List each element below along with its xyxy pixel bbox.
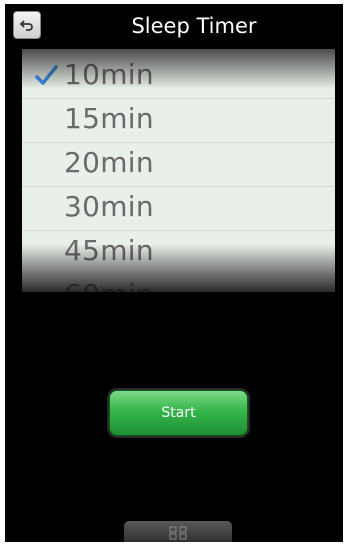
app-screen: Sleep Timer 10min 15min 20min 30min 45mi… xyxy=(5,4,343,542)
picker-option-label: 15min xyxy=(64,102,154,135)
start-button[interactable]: Start xyxy=(109,390,248,436)
app-drawer-grip-icon xyxy=(169,526,187,540)
picker-option-30min[interactable]: 30min xyxy=(22,187,335,231)
picker-option-20min[interactable]: 20min xyxy=(22,143,335,187)
picker-option-label: 45min xyxy=(64,234,154,267)
picker-option-label: 60min xyxy=(64,278,154,292)
picker-option-label: 10min xyxy=(64,58,154,91)
picker-option-10min[interactable]: 10min xyxy=(22,55,335,99)
duration-picker[interactable]: 10min 15min 20min 30min 45min 60min xyxy=(22,49,335,292)
page-title: Sleep Timer xyxy=(131,14,257,38)
picker-option-label: 20min xyxy=(64,146,154,179)
picker-option-label: 30min xyxy=(64,190,154,223)
picker-option-60min[interactable]: 60min xyxy=(22,275,335,292)
picker-option-15min[interactable]: 15min xyxy=(22,99,335,143)
picker-option-45min[interactable]: 45min xyxy=(22,231,335,275)
app-drawer-handle[interactable] xyxy=(124,521,232,542)
checkmark-icon xyxy=(35,65,58,85)
title-bar: Sleep Timer xyxy=(5,4,343,50)
